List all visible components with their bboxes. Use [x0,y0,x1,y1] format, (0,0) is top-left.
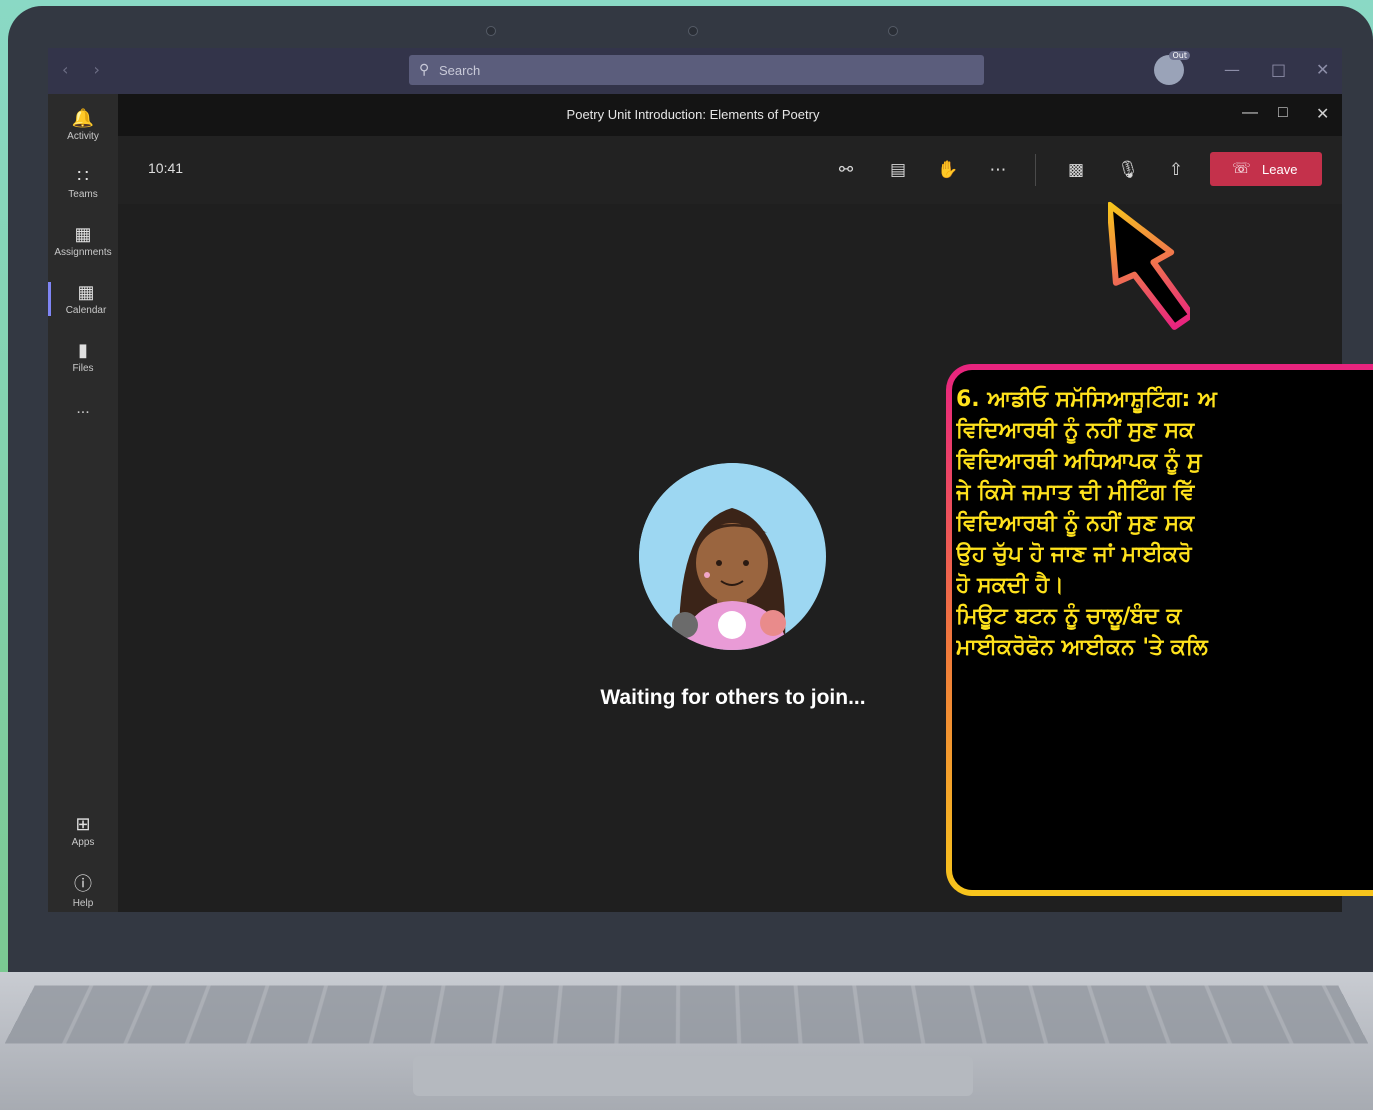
title-bar: ‹ › ⚲ Search Out — □ ✕ [48,48,1342,94]
participants-icon[interactable]: ⚯ [832,156,860,184]
chat-icon[interactable]: ▤ [884,156,912,184]
rail-item-help[interactable]: ⓘ Help [48,870,118,909]
profile-avatar[interactable]: Out [1154,51,1190,85]
meeting-timer: 10:41 [148,160,184,176]
trackpad [413,1056,973,1096]
callout-box: 6. ਆਡੀਓ ਸਮੱਸਿਆਸ਼ੂਟਿੰਗ: ਅ ਵਿਦਿਆਰਥੀ ਨੂੰ ਨਹ… [946,364,1373,896]
share-screen-icon[interactable]: ⇧ [1162,156,1190,184]
teams-icon: ∷ [77,166,89,186]
minimize-icon[interactable]: — [1242,104,1258,122]
status-badge: Out [1169,51,1190,60]
backpack-icon: ▦ [74,224,92,244]
rail-item-more[interactable]: ... [48,400,118,418]
callout-line: 6. ਆਡੀਓ ਸਮੱਸਿਆਸ਼ੂਟਿੰਗ: ਅ [956,387,1217,412]
avatar-illustration [639,463,825,650]
app-rail: 🔔 Activity ∷ Teams ▦ Assignments ▦ Calen… [48,94,118,912]
rail-item-activity[interactable]: 🔔 Activity [48,108,118,142]
bezel-dot [486,26,496,36]
bezel-dot [888,26,898,36]
microphone-muted-icon[interactable]: 🎙 [1114,156,1142,184]
callout-line: ਵਿਦਿਆਰਥੀ ਅਧਿਆਪਕ ਨੂੰ ਸੁ [956,449,1202,474]
bell-icon: 🔔 [71,108,95,128]
back-forward-icon[interactable]: ‹ › [62,60,110,79]
rail-item-assignments[interactable]: ▦ Assignments [48,224,118,258]
rail-item-label: Assignments [54,247,112,258]
callout-line: ਉਹ ਚੁੱਪ ਹੋ ਜਾਣ ਜਾਂ ਮਾਈਕਰੋ [956,542,1192,567]
leave-label: Leave [1262,162,1298,177]
rail-item-teams[interactable]: ∷ Teams [48,166,118,200]
rail-item-calendar[interactable]: ▦ Calendar [48,282,121,316]
help-icon: ⓘ [74,874,92,894]
file-icon: ▮ [78,340,88,360]
laptop-base [0,972,1373,1110]
rail-item-label: Apps [71,837,95,848]
callout-line: ਮਾਈਕਰੋਫੋਨ ਆਈਕਨ 'ਤੇ ਕਲਿ [956,635,1208,660]
callout-line: ਮਿਊਟ ਬਟਨ ਨੂੰ ਚਾਲੂ/ਬੰਦ ਕ [956,604,1182,629]
meeting-title: Poetry Unit Introduction: Elements of Po… [566,107,820,122]
meeting-title-bar: Poetry Unit Introduction: Elements of Po… [118,94,1342,136]
callout-text: 6. ਆਡੀਓ ਸਮੱਸਿਆਸ਼ੂਟਿੰਗ: ਅ ਵਿਦਿਆਰਥੀ ਨੂੰ ਨਹ… [956,384,1373,663]
participant-avatar [639,463,826,650]
calendar-icon: ▦ [77,282,95,302]
rail-item-files[interactable]: ▮ Files [48,340,118,374]
callout-line: ਵਿਦਿਆਰਥੀ ਨੂੰ ਨਹੀਂ ਸੁਣ ਸਕ [956,511,1195,536]
toolbar-divider [1035,154,1036,186]
search-icon: ⚲ [419,61,430,77]
close-icon[interactable]: ✕ [1316,104,1329,124]
rail-item-apps[interactable]: ⊞ Apps [48,814,118,848]
more-icon: ... [76,400,90,417]
maximize-icon[interactable]: □ [1271,60,1286,79]
pointer-arrow-icon [1108,201,1190,330]
phone-hangup-icon: ☏ [1232,160,1251,177]
maximize-icon[interactable]: □ [1278,104,1288,122]
apps-icon: ⊞ [75,814,91,834]
callout-line: ਵਿਦਿਆਰਥੀ ਨੂੰ ਨਹੀਂ ਸੁਣ ਸਕ [956,418,1195,443]
camera-off-icon[interactable]: ▩ [1062,156,1090,184]
more-options-icon[interactable]: ⋯ [984,156,1012,184]
camera-icon [688,26,698,36]
raise-hand-icon[interactable]: ✋ [934,156,962,184]
callout-line: ਹੋ ਸਕਦੀ ਹੈ। [956,573,1065,598]
search-placeholder: Search [439,63,481,78]
rail-item-label: Calendar [65,305,107,316]
close-icon[interactable]: ✕ [1316,60,1329,79]
keyboard [4,985,1369,1044]
minimize-icon[interactable]: — [1224,60,1240,79]
rail-item-label: Teams [68,189,98,200]
rail-item-label: Help [72,898,94,909]
rail-item-label: Activity [67,131,99,142]
callout-line: ਜੇ ਕਿਸੇ ਜਮਾਤ ਦੀ ਮੀਟਿੰਗ ਵਿੱ [956,480,1195,505]
search-input[interactable]: ⚲ Search [409,55,984,85]
rail-item-label: Files [72,363,94,374]
leave-button[interactable]: ☏ Leave [1210,152,1322,186]
waiting-message: Waiting for others to join... [600,686,866,709]
